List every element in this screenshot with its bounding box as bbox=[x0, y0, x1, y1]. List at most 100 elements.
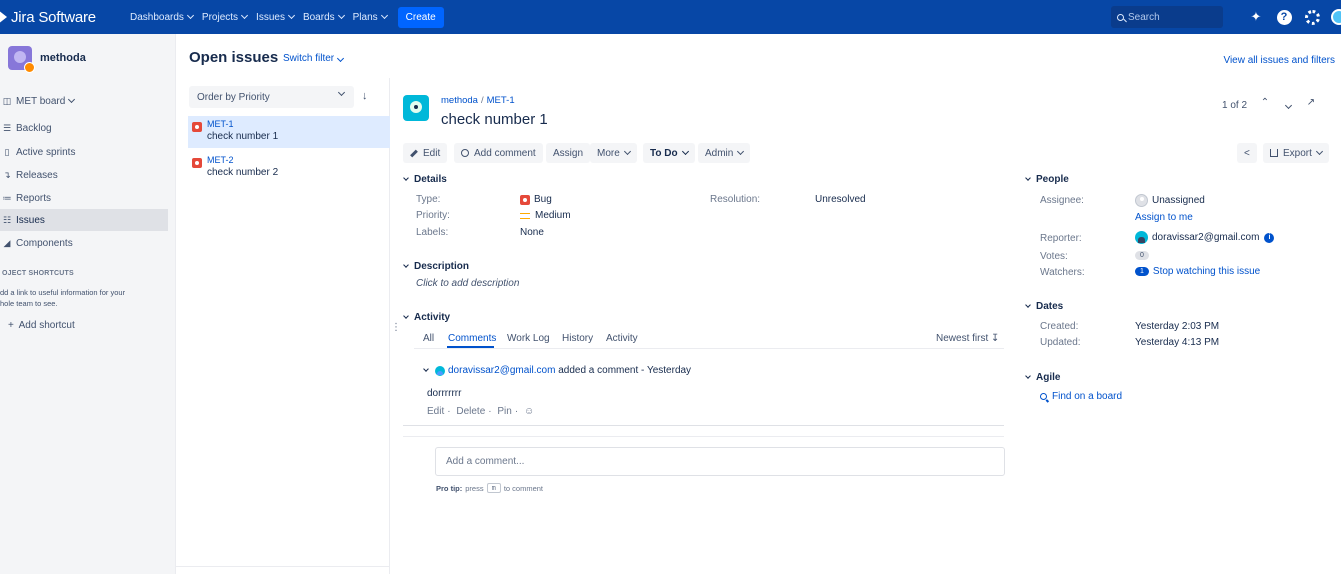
tab-all[interactable]: All bbox=[423, 333, 434, 344]
breadcrumb-project[interactable]: methoda bbox=[441, 95, 478, 106]
agile-toggle[interactable]: Agile bbox=[1025, 372, 1061, 383]
help-button[interactable]: ? bbox=[1275, 8, 1293, 26]
find-on-board-link[interactable]: Find on a board bbox=[1040, 391, 1122, 402]
priority-value[interactable]: Medium bbox=[520, 210, 571, 221]
sidebar-item-issues[interactable]: ☷ Issues bbox=[0, 209, 168, 231]
more-label: More bbox=[597, 147, 620, 159]
tab-activity[interactable]: Activity bbox=[606, 333, 638, 344]
create-button[interactable]: Create bbox=[397, 6, 444, 28]
comment-body: dorrrrrrr bbox=[427, 388, 462, 399]
nav-projects[interactable]: Projects bbox=[202, 12, 249, 23]
settings-button[interactable] bbox=[1303, 8, 1321, 26]
dates-toggle[interactable]: Dates bbox=[1025, 301, 1063, 312]
list-item[interactable]: MET-1 check number 1 bbox=[188, 116, 390, 148]
chevron-up-icon[interactable]: ⌃ bbox=[1258, 97, 1272, 108]
sidebar-item-active-sprints[interactable]: ▯ Active sprints bbox=[0, 141, 168, 163]
sort-order-toggle[interactable]: Newest first ↧ bbox=[936, 333, 999, 344]
nav-dashboards[interactable]: Dashboards bbox=[130, 12, 194, 23]
admin-button[interactable]: Admin bbox=[698, 143, 751, 163]
project-avatar[interactable] bbox=[403, 95, 429, 121]
status-button[interactable]: To Do bbox=[643, 143, 695, 163]
breadcrumb-issue-key[interactable]: MET-1 bbox=[487, 95, 515, 106]
tabs-divider bbox=[414, 348, 1004, 349]
assignee-value[interactable]: Unassigned bbox=[1135, 194, 1205, 207]
gear-icon bbox=[1304, 9, 1320, 25]
nav-boards[interactable]: Boards bbox=[303, 11, 345, 23]
nav-plans[interactable]: Plans bbox=[353, 12, 388, 23]
shortcuts-help-line: dd a link to useful information for your bbox=[0, 288, 126, 297]
sort-direction-icon[interactable]: ↓ bbox=[362, 90, 368, 102]
reporter-value[interactable]: doravissar2@gmail.com i bbox=[1135, 231, 1275, 244]
sidebar-item-board[interactable]: ◫ MET board bbox=[0, 90, 168, 112]
issue-list-panel: Order by Priority ↓ MET-1 check number 1… bbox=[176, 78, 390, 574]
order-by-select[interactable]: Order by Priority bbox=[189, 86, 354, 108]
agile-heading: Agile bbox=[1036, 372, 1061, 383]
view-all-issues-link[interactable]: View all issues and filters bbox=[1223, 55, 1335, 66]
assign-button[interactable]: Assign bbox=[546, 143, 591, 163]
priority-value-text: Medium bbox=[535, 210, 571, 221]
chevron-down-icon[interactable] bbox=[1281, 100, 1295, 111]
more-button[interactable]: More bbox=[590, 143, 637, 163]
votes-value[interactable]: 0 bbox=[1135, 251, 1149, 260]
switch-filter-dropdown[interactable]: Switch filter bbox=[283, 53, 345, 64]
sidebar-item-components[interactable]: ◢ Components bbox=[0, 232, 168, 254]
keyboard-key: m bbox=[486, 483, 501, 493]
type-value[interactable]: Bug bbox=[520, 194, 552, 205]
sprint-icon: ▯ bbox=[4, 146, 10, 157]
admin-label: Admin bbox=[705, 147, 734, 159]
description-placeholder[interactable]: Click to add description bbox=[416, 278, 519, 289]
tab-work-log[interactable]: Work Log bbox=[507, 333, 550, 344]
details-heading: Details bbox=[414, 174, 447, 185]
expand-icon[interactable]: ↗ bbox=[1304, 97, 1318, 108]
issue-summary: check number 1 bbox=[207, 131, 279, 142]
assignee-value-text: Unassigned bbox=[1152, 195, 1205, 206]
search-input[interactable]: Search bbox=[1111, 6, 1223, 28]
issue-pager: 1 of 2 bbox=[1222, 100, 1248, 111]
chevron-down-icon bbox=[337, 54, 345, 63]
sidebar-item-label: Reports bbox=[16, 192, 52, 204]
brand-name: Jira Software bbox=[11, 8, 96, 26]
comment-edit-link[interactable]: Edit bbox=[427, 406, 444, 417]
project-header[interactable]: methoda bbox=[8, 46, 86, 73]
assign-to-me-link[interactable]: Assign to me bbox=[1135, 212, 1193, 223]
chevron-down-icon bbox=[403, 175, 409, 181]
share-button[interactable]: < bbox=[1237, 143, 1257, 163]
watchers-value[interactable]: 1 Stop watching this issue bbox=[1135, 266, 1260, 277]
pro-tip-pre: press bbox=[465, 483, 484, 493]
tab-comments[interactable]: Comments bbox=[448, 333, 496, 344]
people-toggle[interactable]: People bbox=[1025, 174, 1069, 185]
emoji-reaction-icon[interactable]: ☺ bbox=[524, 406, 534, 417]
labels-value[interactable]: None bbox=[520, 227, 544, 238]
chevron-down-icon bbox=[337, 11, 345, 20]
jira-logo[interactable]: Jira Software bbox=[0, 9, 130, 26]
sidebar-item-releases[interactable]: ↴ Releases bbox=[0, 164, 168, 186]
release-icon: ↴ bbox=[3, 169, 11, 180]
profile-avatar[interactable] bbox=[1331, 9, 1341, 25]
sidebar-item-reports[interactable]: ≔ Reports bbox=[0, 187, 168, 209]
details-toggle[interactable]: Details bbox=[403, 174, 447, 185]
reports-icon: ≔ bbox=[2, 192, 12, 203]
stop-watching-link[interactable]: Stop watching this issue bbox=[1153, 266, 1260, 277]
edit-button[interactable]: Edit bbox=[403, 143, 448, 163]
issue-title[interactable]: check number 1 bbox=[441, 111, 548, 128]
notifications-icon[interactable]: ✦ bbox=[1247, 8, 1265, 26]
comment-author[interactable]: doravissar2@gmail.com bbox=[448, 365, 555, 376]
list-item[interactable]: MET-2 check number 2 bbox=[188, 152, 390, 184]
project-name: methoda bbox=[40, 52, 86, 64]
add-comment-input[interactable]: Add a comment... bbox=[435, 447, 1005, 476]
sidebar-item-label: Issues bbox=[16, 214, 45, 226]
comment-pin-link[interactable]: Pin bbox=[497, 406, 511, 417]
add-comment-button[interactable]: Add comment bbox=[454, 143, 543, 163]
issue-summary: check number 2 bbox=[207, 167, 279, 178]
info-icon[interactable]: i bbox=[1264, 232, 1275, 243]
nav-issues[interactable]: Issues bbox=[256, 12, 295, 23]
sidebar-item-backlog[interactable]: ☰ Backlog bbox=[0, 117, 168, 139]
export-button[interactable]: Export bbox=[1263, 143, 1329, 163]
activity-toggle[interactable]: Activity bbox=[403, 312, 450, 323]
description-toggle[interactable]: Description bbox=[403, 261, 469, 272]
tab-history[interactable]: History bbox=[562, 333, 593, 344]
resize-handle-icon[interactable]: ⋮ bbox=[391, 322, 401, 333]
chevron-down-icon[interactable] bbox=[423, 366, 429, 372]
add-shortcut-link[interactable]: + Add shortcut bbox=[8, 320, 75, 331]
comment-delete-link[interactable]: Delete bbox=[456, 406, 485, 417]
